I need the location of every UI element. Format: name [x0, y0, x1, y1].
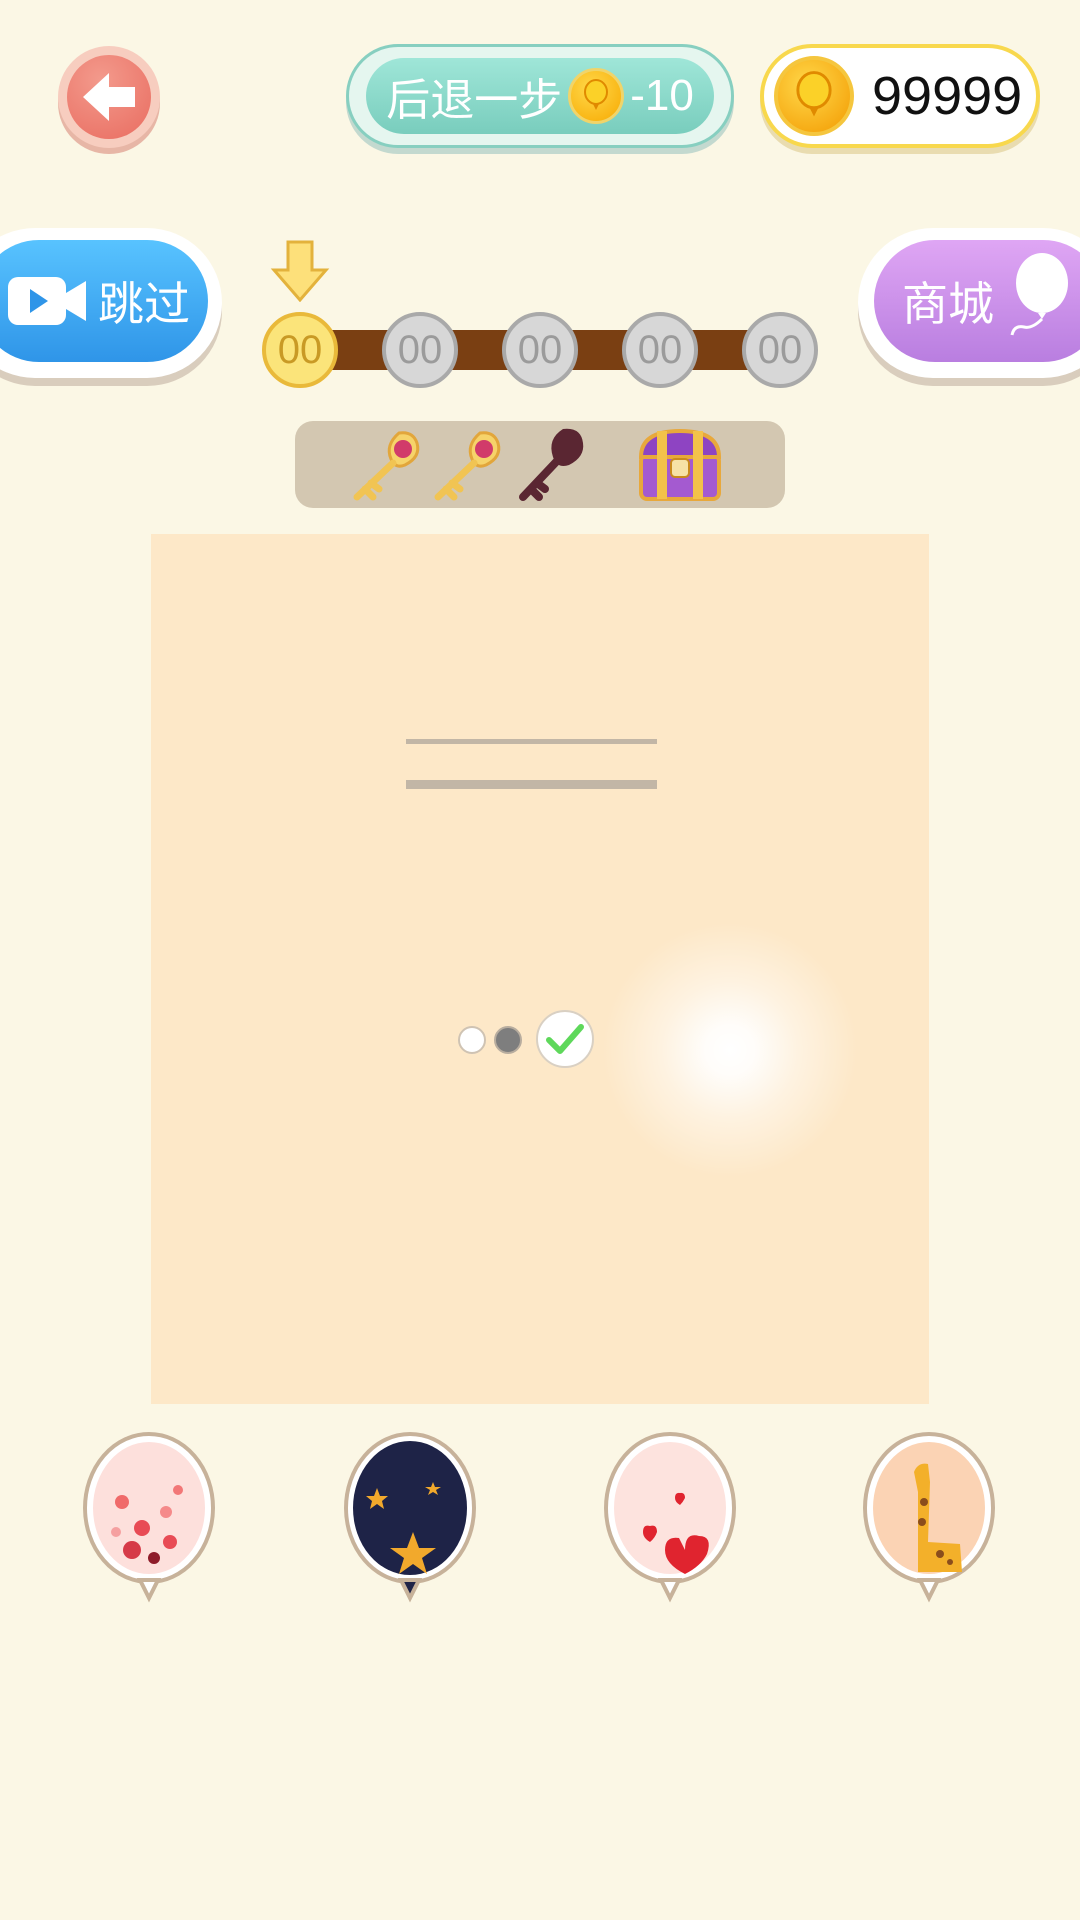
step-dot [494, 1026, 522, 1054]
check-icon[interactable] [536, 1010, 594, 1068]
golden-key-icon [428, 427, 508, 508]
level-node: 00 [742, 312, 818, 388]
coin-count: 99999 [872, 66, 1023, 126]
starry-night-balloon-icon[interactable] [343, 1432, 477, 1610]
puzzle-line [406, 739, 657, 744]
red-confetti-balloon-icon[interactable] [82, 1432, 216, 1610]
coin-icon [774, 56, 854, 136]
red-hearts-balloon-icon[interactable] [603, 1432, 737, 1610]
current-level-arrow-icon [270, 240, 330, 303]
puzzle-line [406, 780, 657, 789]
undo-label: 后退一步 [386, 76, 563, 125]
coin-balance: 99999 [760, 44, 1040, 148]
level-node: 00 [502, 312, 578, 388]
reward-strip [295, 421, 785, 508]
giraffe-balloon-icon[interactable] [862, 1432, 996, 1610]
skip-label: 跳过 [98, 278, 190, 330]
key-silhouette-icon [513, 425, 593, 508]
treasure-chest-icon [635, 425, 725, 510]
level-node: 00 [382, 312, 458, 388]
undo-step-button[interactable]: 后退一步 -10 [346, 44, 734, 148]
shop-label: 商城 [902, 278, 994, 330]
step-dot [458, 1026, 486, 1054]
coin-icon [568, 68, 625, 124]
level-node: 00 [262, 312, 338, 388]
golden-key-icon [347, 427, 427, 508]
skip-button[interactable]: 跳过 [0, 228, 222, 378]
video-icon [2, 271, 92, 331]
sparkle-effect [580, 900, 880, 1200]
level-node: 00 [622, 312, 698, 388]
undo-cost: -10 [630, 71, 694, 120]
balloon-icon [1002, 251, 1072, 352]
back-button[interactable] [58, 46, 160, 148]
back-arrow-icon [67, 55, 151, 139]
shop-button[interactable]: 商城 [858, 228, 1080, 378]
